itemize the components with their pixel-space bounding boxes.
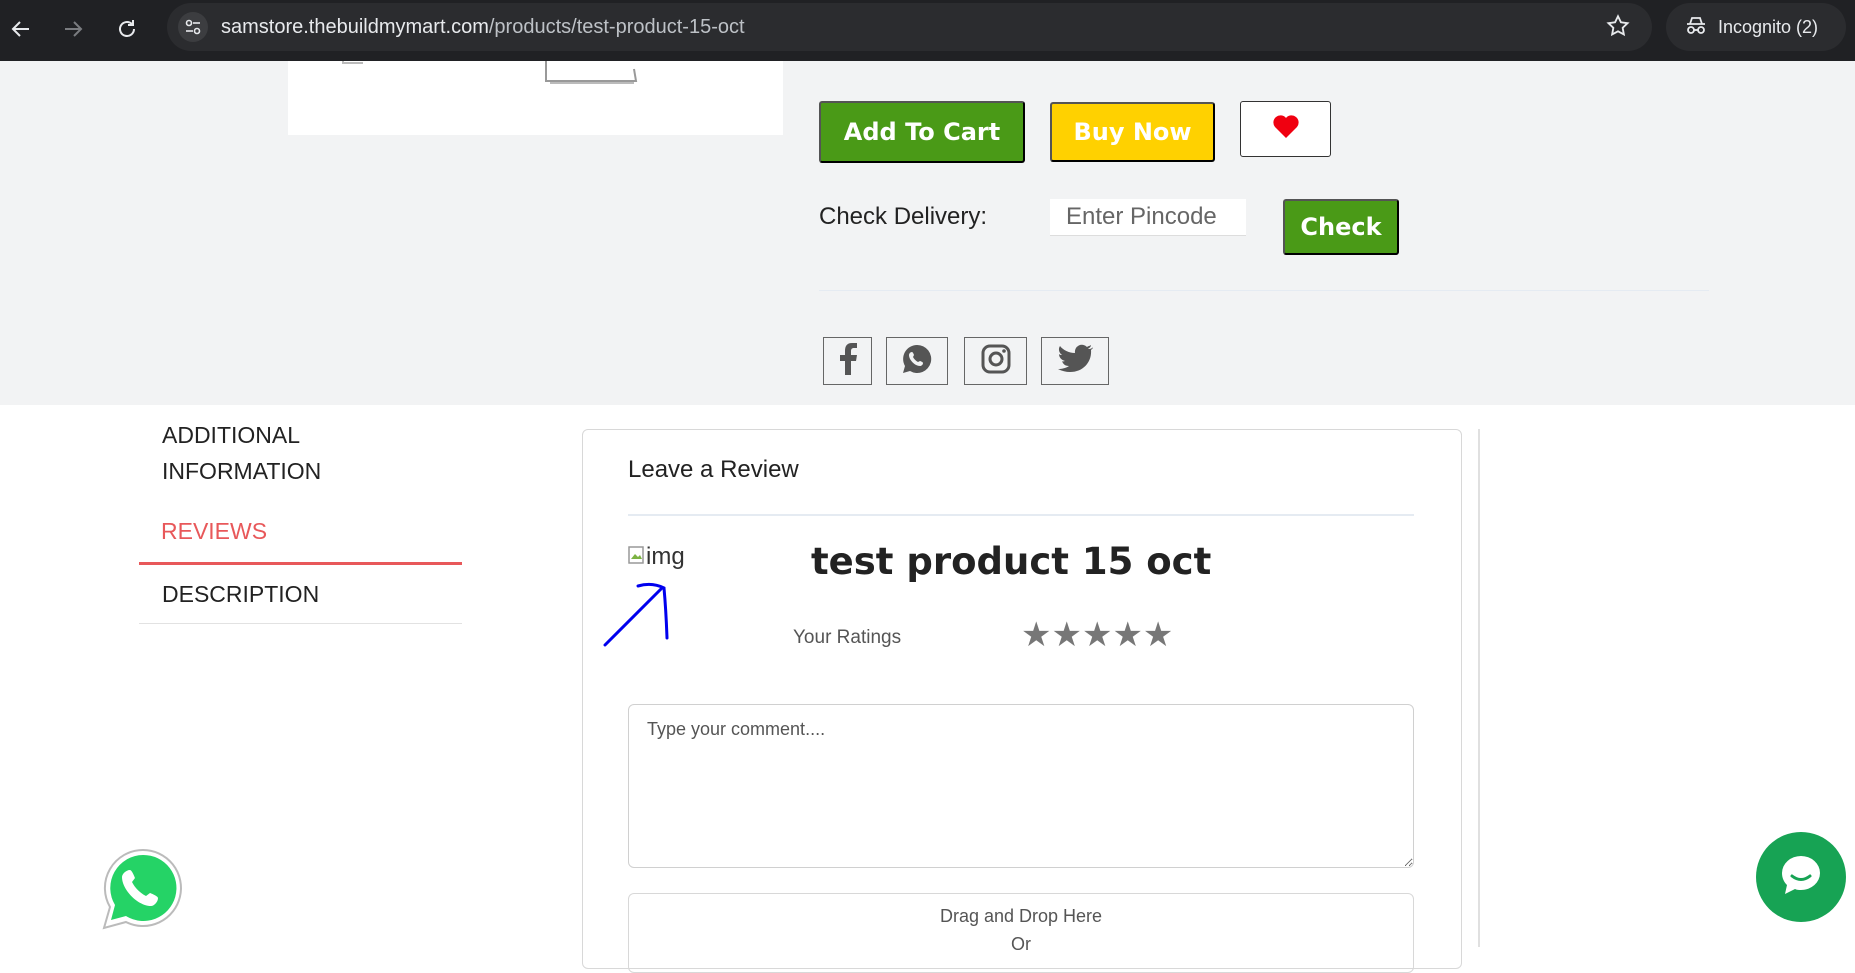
twitter-icon xyxy=(1057,344,1094,378)
share-instagram-button[interactable] xyxy=(964,337,1027,385)
annotation-arrow-icon xyxy=(600,580,680,654)
url-text: samstore.thebuildmymart.com/products/tes… xyxy=(221,16,745,39)
check-delivery-label: Check Delivery: xyxy=(819,203,988,230)
browser-toolbar: samstore.thebuildmymart.com/products/tes… xyxy=(0,0,1855,61)
incognito-icon xyxy=(1684,15,1708,40)
section-divider xyxy=(819,290,1709,291)
incognito-label: Incognito (2) xyxy=(1718,16,1819,37)
instagram-icon xyxy=(980,343,1012,379)
forward-icon[interactable] xyxy=(56,12,90,46)
tab-description[interactable]: DESCRIPTION xyxy=(162,576,319,612)
dropzone-or-label: Or xyxy=(1011,934,1031,954)
review-product-name: test product 15 oct xyxy=(811,540,1212,583)
pincode-input[interactable] xyxy=(1050,199,1246,236)
tab-divider xyxy=(139,623,462,624)
product-thumbnail-broken-image: img xyxy=(628,543,685,571)
whatsapp-icon xyxy=(901,343,933,379)
share-twitter-button[interactable] xyxy=(1041,337,1109,385)
share-whatsapp-button[interactable] xyxy=(886,337,948,385)
rating-stars[interactable]: ★★★★★ xyxy=(1021,615,1173,655)
url-path: /products/test-product-15-oct xyxy=(488,16,745,38)
review-heading-divider xyxy=(628,514,1414,516)
wishlist-button[interactable] xyxy=(1240,101,1331,157)
bookmark-star-icon[interactable] xyxy=(1605,13,1631,43)
whatsapp-float-icon xyxy=(100,848,186,936)
broken-image-icon xyxy=(628,543,644,571)
check-delivery-button[interactable]: Check xyxy=(1283,199,1399,255)
chat-bubble-icon xyxy=(1776,850,1826,904)
tab-additional-line1: ADDITIONAL xyxy=(162,422,301,448)
product-image xyxy=(288,61,783,135)
image-upload-dropzone[interactable]: Drag and Drop Here Or xyxy=(628,893,1414,973)
review-heading: Leave a Review xyxy=(628,456,799,483)
incognito-indicator[interactable]: Incognito (2) xyxy=(1666,3,1846,51)
chat-floating-button[interactable] xyxy=(1756,832,1846,922)
heart-icon xyxy=(1272,114,1300,144)
tab-reviews[interactable]: REVIEWS xyxy=(161,513,267,549)
address-bar[interactable]: samstore.thebuildmymart.com/products/tes… xyxy=(167,3,1652,51)
facebook-icon xyxy=(838,343,858,379)
add-to-cart-button[interactable]: Add To Cart xyxy=(819,101,1025,163)
broken-image-alt-text: img xyxy=(646,543,685,570)
dropzone-label: Drag and Drop Here xyxy=(939,906,1103,926)
tab-additional-line2: INFORMATION xyxy=(162,458,322,484)
tab-additional-information[interactable]: ADDITIONAL INFORMATION xyxy=(162,417,321,489)
url-host: samstore.thebuildmymart.com xyxy=(221,16,489,38)
star-rating-input[interactable]: ★★★★★ xyxy=(1021,615,1173,655)
back-icon[interactable] xyxy=(4,12,38,46)
share-facebook-button[interactable] xyxy=(823,337,872,385)
site-info-icon[interactable] xyxy=(178,12,208,42)
content-column-divider xyxy=(1478,429,1480,947)
buy-now-button[interactable]: Buy Now xyxy=(1050,102,1215,162)
active-tab-indicator xyxy=(139,562,462,565)
review-comment-textarea[interactable] xyxy=(628,704,1414,868)
reload-icon[interactable] xyxy=(110,12,144,46)
whatsapp-floating-button[interactable] xyxy=(100,846,186,932)
ratings-label: Your Ratings xyxy=(793,627,902,648)
review-form-card xyxy=(582,429,1462,969)
